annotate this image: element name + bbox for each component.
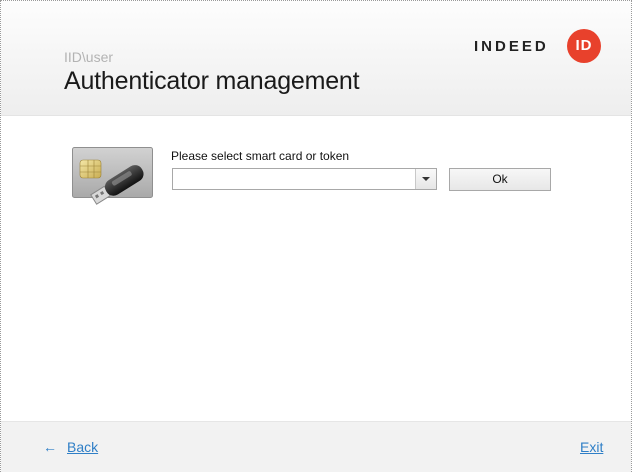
select-device-label: Please select smart card or token — [171, 149, 350, 163]
header: IID\user Authenticator management INDEED… — [1, 1, 631, 116]
page-title: Authenticator management — [64, 67, 360, 95]
authenticator-window: IID\user Authenticator management INDEED… — [0, 0, 632, 472]
back-label: Back — [67, 439, 99, 455]
logo-badge: ID — [567, 29, 601, 63]
device-select[interactable] — [172, 168, 437, 190]
chevron-down-icon — [422, 177, 430, 181]
arrow-left-icon: ← — [43, 439, 57, 455]
user-label: IID\user — [64, 49, 114, 65]
exit-link[interactable]: Exit — [580, 439, 603, 455]
logo-word: INDEED — [474, 38, 549, 55]
indeed-id-logo: INDEED ID — [474, 28, 604, 64]
ok-button[interactable]: Ok — [449, 168, 551, 191]
smartcard-usb-token-icon — [72, 147, 153, 205]
back-link[interactable]: ← Back — [43, 439, 98, 455]
dropdown-toggle[interactable] — [415, 169, 436, 189]
